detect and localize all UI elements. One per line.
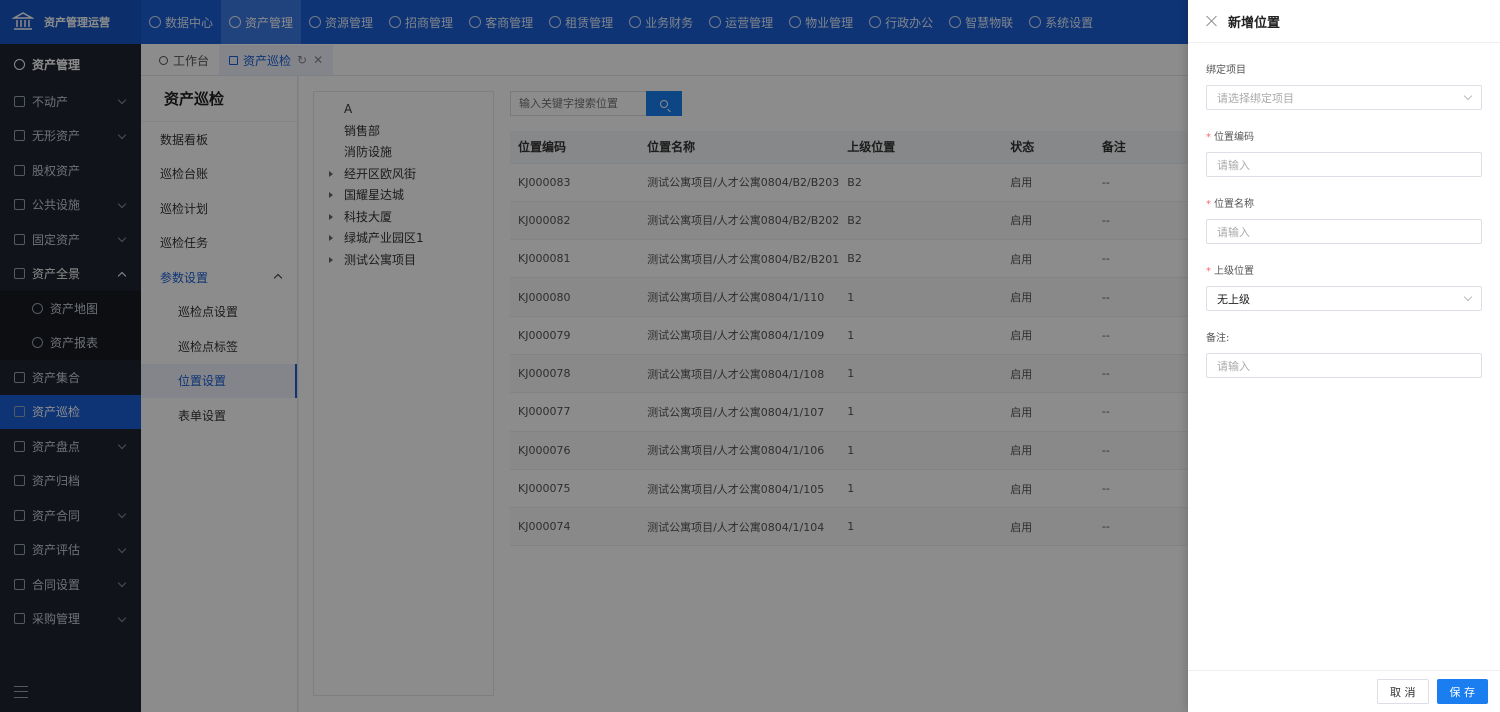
modal-mask-left[interactable] — [0, 0, 141, 712]
drawer-title: 新增位置 — [1228, 15, 1281, 31]
field-label-text: 备注: — [1206, 333, 1230, 344]
drawer-header: 新增位置 — [1188, 0, 1500, 43]
select-field[interactable]: 无上级 — [1206, 286, 1482, 311]
field-label-text: 位置名称 — [1214, 199, 1254, 210]
input-field[interactable]: 请输入 — [1206, 219, 1482, 244]
field-label: * 位置名称 — [1206, 191, 1482, 219]
input-field[interactable]: 请输入 — [1206, 152, 1482, 177]
select-field[interactable]: 请选择绑定项目 — [1206, 85, 1482, 110]
form-field: * 位置名称 请输入 — [1188, 191, 1500, 244]
form-field: * 位置编码 请输入 — [1188, 124, 1500, 177]
field-label: 绑定项目 — [1206, 57, 1482, 85]
drawer-footer: 取 消 保 存 — [1188, 670, 1500, 712]
cancel-button[interactable]: 取 消 — [1377, 679, 1429, 704]
required-mark: * — [1206, 199, 1211, 210]
form-field: * 上级位置 无上级 — [1188, 258, 1500, 311]
save-button[interactable]: 保 存 — [1436, 679, 1488, 704]
chevron-down-icon — [1463, 292, 1473, 302]
form-field: 备注: 请输入 — [1188, 325, 1500, 378]
modal-mask[interactable] — [141, 0, 1188, 712]
field-label-text: 绑定项目 — [1206, 65, 1246, 76]
field-label-text: 位置编码 — [1214, 132, 1254, 143]
field-label: 备注: — [1206, 325, 1482, 353]
add-location-drawer: 新增位置 绑定项目 请选择绑定项目 * 位置编码 请输入 * 位置名称 请输入 * 上级位置 无上级… — [1188, 0, 1500, 712]
close-icon[interactable] — [1206, 15, 1218, 27]
input-field[interactable]: 请输入 — [1206, 353, 1482, 378]
field-label-text: 上级位置 — [1214, 266, 1254, 277]
field-label: * 位置编码 — [1206, 124, 1482, 152]
required-mark: * — [1206, 266, 1211, 277]
chevron-down-icon — [1463, 91, 1473, 101]
form-field: 绑定项目请选择绑定项目 — [1188, 57, 1500, 110]
field-label: * 上级位置 — [1206, 258, 1482, 286]
required-mark: * — [1206, 132, 1211, 143]
